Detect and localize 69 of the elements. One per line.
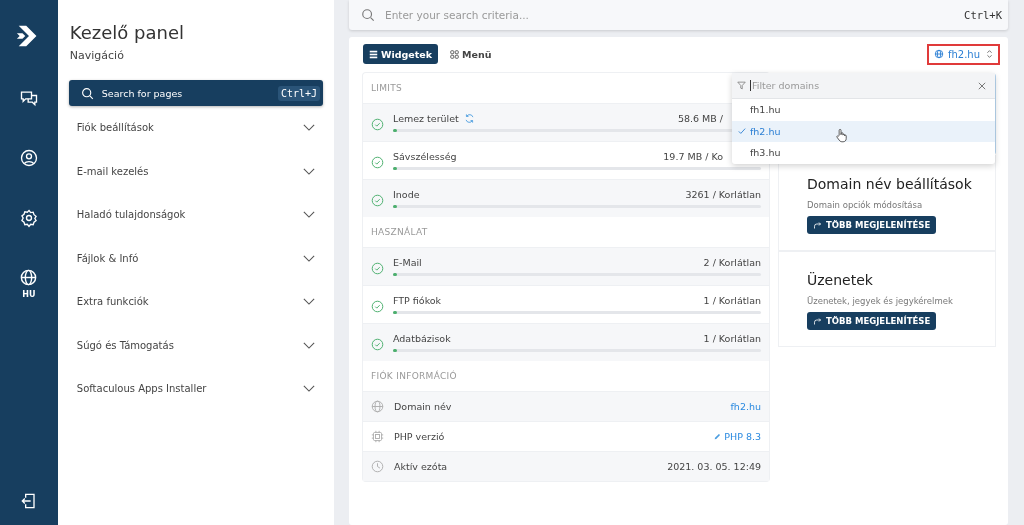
domain-link[interactable]: fh2.hu — [730, 401, 761, 412]
usage-label: Sávszélesség — [393, 150, 457, 162]
search-icon — [80, 86, 94, 100]
info-value: 2021. 03. 05. 12:49 — [667, 461, 761, 472]
info-label: Domain név — [394, 401, 452, 412]
nav-item[interactable]: Fiók beállítások — [68, 106, 323, 150]
filter-placeholder: Filter domains — [750, 80, 820, 91]
show-more-button[interactable]: TÖBB MEGJELENÍTÉSE — [807, 216, 937, 234]
check-icon — [738, 127, 746, 136]
search-bar[interactable]: Enter your search criteria... Ctrl+K — [349, 0, 1008, 30]
usage-label: Lemez terület — [393, 112, 459, 124]
usage-label: Inode — [393, 188, 420, 200]
settings-icon[interactable] — [18, 208, 39, 228]
redirect-icon — [813, 316, 822, 326]
clock-icon — [371, 460, 384, 473]
nav-item[interactable]: Softaculous Apps Installer — [68, 367, 323, 411]
show-more-button[interactable]: TÖBB MEGJELENÍTÉSE — [807, 312, 937, 330]
list-icon — [369, 49, 378, 59]
panel-subtitle: Navigáció — [68, 49, 125, 62]
globe-icon — [933, 49, 944, 59]
card-subtitle: Üzenetek, jegyek és jegykérelmek — [807, 296, 954, 306]
nav-item[interactable]: Fájlok & Infó — [68, 236, 323, 280]
search-placeholder: Search for pages — [101, 87, 184, 99]
widgets-tab[interactable]: Widgetek — [363, 44, 439, 64]
section-heading: FIÓK INFORMÁCIÓ — [371, 371, 457, 381]
nav-item[interactable]: Haladó tulajdonságok — [68, 193, 323, 237]
usage-value: 3261 / Korlátlan — [685, 188, 761, 200]
pencil-icon — [714, 433, 722, 440]
search-placeholder: Enter your search criteria... — [385, 9, 530, 21]
redirect-icon — [813, 220, 822, 230]
domain-select[interactable]: fh2.hu — [926, 43, 1000, 65]
section-heading: HASZNÁLAT — [371, 227, 428, 237]
user-icon[interactable] — [18, 148, 39, 168]
globe-icon[interactable] — [19, 268, 39, 287]
nav-item[interactable]: Súgó és Támogatás — [68, 323, 323, 367]
card-subtitle: Domain opciók módosítása — [807, 200, 924, 210]
nav-item[interactable]: Extra funkciók — [68, 280, 323, 324]
card-title: Domain név beállítások — [807, 175, 973, 194]
usage-label: E-Mail — [393, 256, 422, 268]
section-heading: LIMITS — [371, 83, 403, 93]
usage-value: 2 / Korlátlan — [703, 256, 761, 268]
shortcut-key: Ctrl+K — [964, 9, 1002, 21]
domain-option[interactable]: fh1.hu — [732, 99, 995, 121]
language-label[interactable]: HU — [22, 290, 36, 299]
page-search-field[interactable]: Search for pages Ctrl+J — [68, 80, 323, 106]
domain-option[interactable]: fh3.hu — [732, 142, 995, 164]
chip-icon — [371, 430, 384, 443]
search-icon — [361, 8, 375, 22]
info-label: Aktív ezóta — [394, 461, 448, 472]
usage-value: 58.6 MB / — [677, 112, 723, 124]
globe-icon — [371, 400, 384, 413]
card-title: Üzenetek — [807, 271, 874, 290]
shortcut-key: Ctrl+J — [277, 85, 320, 101]
close-icon[interactable] — [978, 81, 986, 90]
menu-tab[interactable]: Menü — [444, 44, 498, 64]
usage-value: 1 / Korlátlan — [703, 332, 761, 344]
php-version-link[interactable]: PHP 8.3 — [714, 431, 761, 442]
filter-icon — [737, 81, 746, 90]
domain-option[interactable]: fh2.hu — [732, 120, 995, 142]
panel-title: Kezelő panel — [68, 22, 185, 43]
grid-icon — [450, 49, 460, 59]
usage-value: 1 / Korlátlan — [703, 294, 761, 306]
usage-value: 19.7 MB / Ko — [663, 150, 723, 162]
usage-label: Adatbázisok — [393, 332, 451, 344]
info-label: PHP verzió — [394, 431, 445, 442]
nav-item[interactable]: E-mail kezelés — [68, 149, 323, 193]
usage-label: FTP fiókok — [393, 294, 442, 306]
sort-icon — [986, 49, 993, 59]
pointer-cursor-icon — [836, 128, 847, 143]
